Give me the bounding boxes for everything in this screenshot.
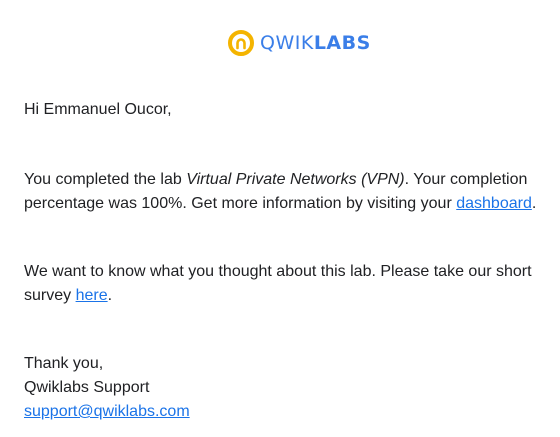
logo-wordmark: QWIKLABS bbox=[260, 29, 371, 57]
signoff: Thank you, Qwiklabs Support support@qwik… bbox=[24, 352, 544, 424]
signoff-team: Qwiklabs Support bbox=[24, 379, 150, 396]
completion-text-suffix: . bbox=[531, 195, 537, 212]
survey-text-suffix: . bbox=[107, 287, 113, 304]
dashboard-link[interactable]: dashboard bbox=[456, 195, 532, 212]
lab-name: Virtual Private Networks (VPN) bbox=[186, 171, 405, 188]
logo-wordmark-light: QWIK bbox=[260, 32, 314, 54]
email-body: Hi Emmanuel Oucor, You completed the lab… bbox=[24, 98, 544, 424]
greeting: Hi Emmanuel Oucor, bbox=[24, 101, 172, 118]
support-email-link[interactable]: support@qwiklabs.com bbox=[24, 403, 190, 420]
survey-link[interactable]: here bbox=[76, 287, 108, 304]
completion-paragraph: You completed the lab Virtual Private Ne… bbox=[24, 168, 544, 216]
completion-text-prefix: You completed the lab bbox=[24, 171, 187, 188]
survey-paragraph: We want to know what you thought about t… bbox=[24, 260, 544, 308]
logo-wordmark-bold: LABS bbox=[313, 32, 371, 54]
signoff-thanks: Thank you, bbox=[24, 355, 104, 372]
qwiklabs-logo-icon bbox=[228, 30, 254, 56]
qwiklabs-logo: QWIKLABS bbox=[228, 29, 371, 57]
